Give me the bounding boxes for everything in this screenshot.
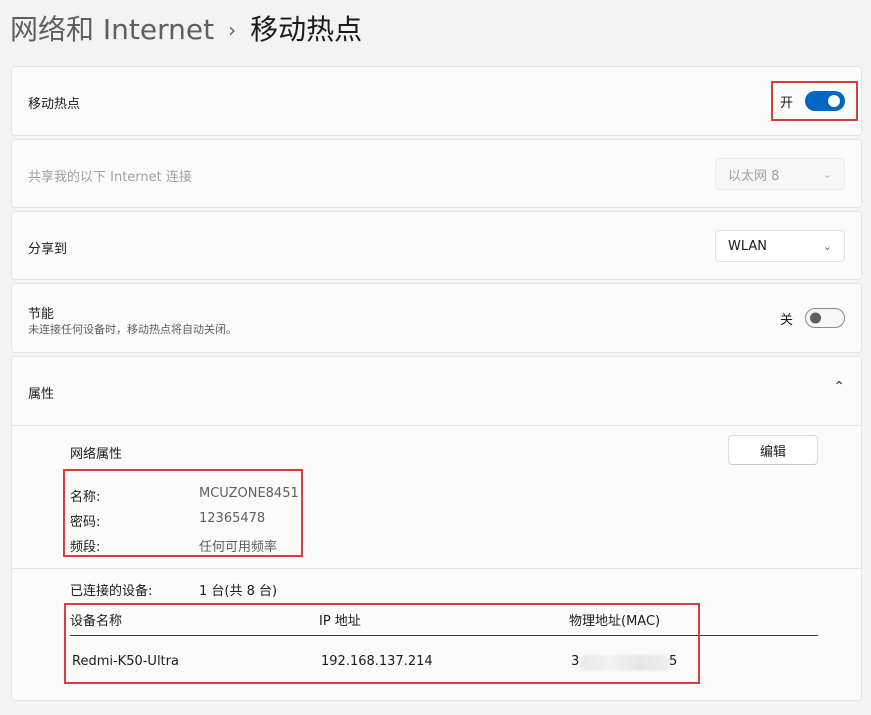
power-saving-label: 节能 — [28, 307, 55, 322]
password-label: 密码: — [70, 515, 101, 530]
share-connection-card: 共享我的以下 Internet 连接 以太网 8 ⌄ — [11, 139, 862, 208]
column-header-device-name: 设备名称 — [70, 614, 123, 629]
mobile-hotspot-state-text: 开 — [779, 95, 793, 111]
properties-card: 属性 ⌃ 网络属性 编辑 名称: MCUZONE8451 密码: 1236547… — [11, 356, 862, 701]
table-header-divider — [70, 635, 818, 636]
share-over-card: 分享到 WLAN ⌄ — [11, 211, 862, 280]
share-over-value: WLAN — [728, 238, 768, 254]
mac-address-cell-end: 5 — [669, 654, 678, 669]
name-label: 名称: — [70, 490, 101, 505]
network-properties-title: 网络属性 — [70, 447, 123, 462]
properties-header[interactable]: 属性 ⌃ — [12, 357, 861, 425]
chevron-down-icon: ⌄ — [822, 167, 832, 181]
name-value: MCUZONE8451 — [199, 486, 299, 501]
page-title: 移动热点 — [250, 13, 363, 46]
toggle-knob — [828, 95, 840, 107]
power-saving-toggle-group[interactable]: 关 — [780, 308, 845, 328]
power-saving-state-text: 关 — [779, 312, 793, 328]
device-name-cell: Redmi-K50-Ultra — [72, 654, 179, 669]
connected-devices-label: 已连接的设备: — [70, 584, 153, 599]
properties-label: 属性 — [28, 387, 55, 402]
breadcrumb-parent[interactable]: 网络和 Internet — [10, 10, 214, 50]
band-value: 任何可用频率 — [199, 540, 278, 555]
band-label: 频段: — [70, 540, 101, 555]
share-connection-dropdown[interactable]: 以太网 8 ⌄ — [715, 158, 845, 190]
ip-address-cell: 192.168.137.214 — [321, 654, 433, 669]
mobile-hotspot-toggle[interactable] — [805, 91, 845, 111]
edit-button[interactable]: 编辑 — [728, 435, 818, 465]
chevron-up-icon[interactable]: ⌃ — [833, 379, 845, 395]
power-saving-card: 节能 未连接任何设备时，移动热点将自动关闭。 关 — [11, 283, 862, 353]
mobile-hotspot-card: 移动热点 开 — [11, 66, 862, 136]
mac-address-cell-start: 3 — [571, 654, 580, 669]
mac-address-redaction — [580, 655, 670, 671]
power-saving-description: 未连接任何设备时，移动热点将自动关闭。 — [28, 323, 237, 336]
share-connection-label: 共享我的以下 Internet 连接 — [28, 170, 192, 185]
breadcrumb-separator-icon: › — [228, 18, 237, 42]
connected-devices-value: 1 台(共 8 台) — [199, 584, 278, 599]
share-connection-value: 以太网 8 — [728, 168, 780, 184]
share-over-dropdown[interactable]: WLAN ⌄ — [715, 230, 845, 262]
share-over-label: 分享到 — [28, 242, 68, 257]
mobile-hotspot-toggle-group[interactable]: 开 — [780, 91, 845, 111]
chevron-down-icon: ⌄ — [822, 239, 832, 253]
breadcrumb: 网络和 Internet › 移动热点 — [10, 10, 362, 50]
column-header-ip: IP 地址 — [319, 614, 361, 629]
mobile-hotspot-label: 移动热点 — [28, 97, 81, 112]
toggle-knob — [810, 312, 821, 324]
power-saving-toggle[interactable] — [805, 308, 845, 328]
password-value: 12365478 — [199, 511, 266, 526]
divider — [12, 425, 861, 426]
column-header-mac: 物理地址(MAC) — [569, 614, 661, 629]
divider — [12, 568, 861, 569]
